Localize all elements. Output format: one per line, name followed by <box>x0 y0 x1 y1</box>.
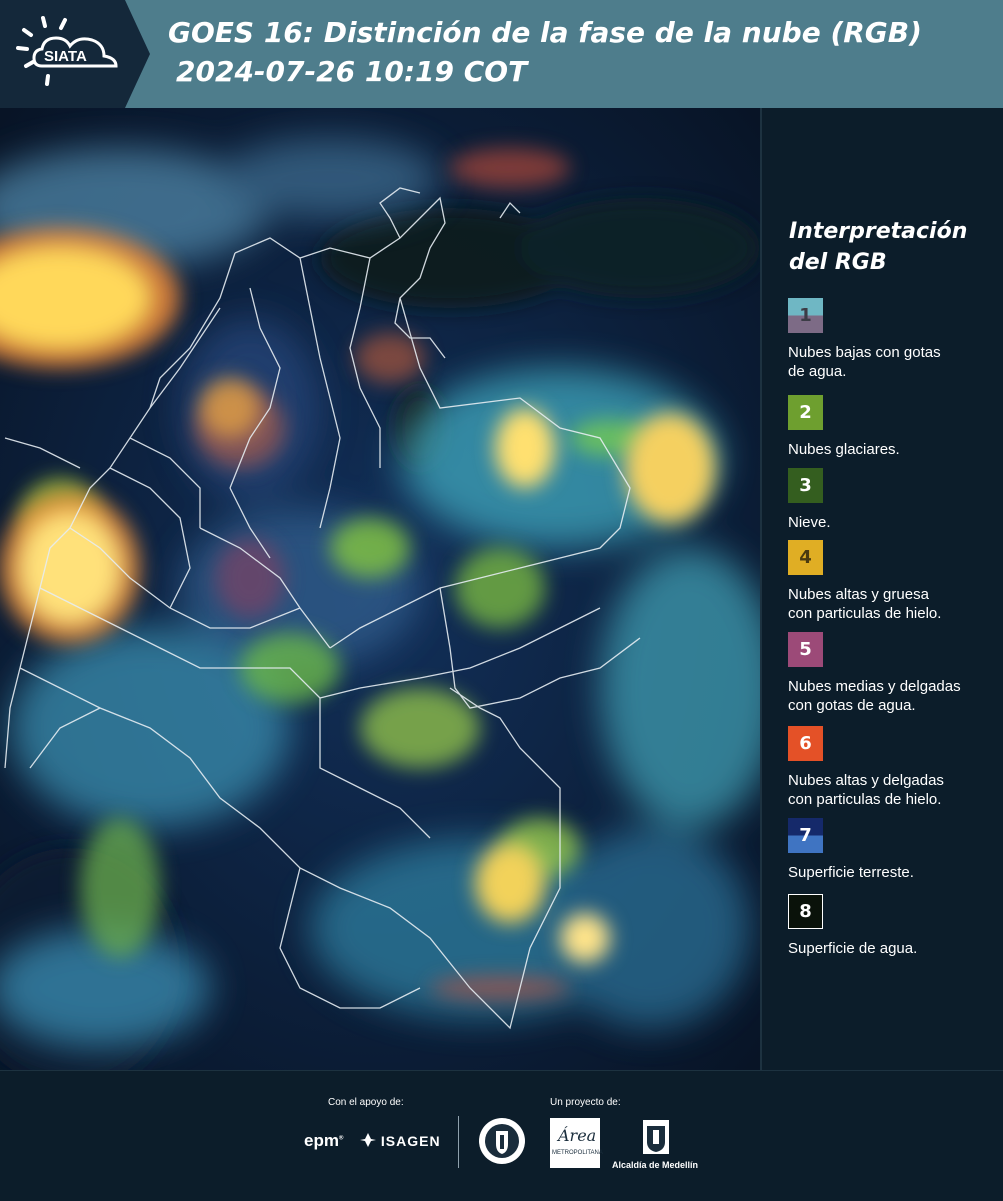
legend-swatch-2: 2 <box>788 395 823 430</box>
legend-label-6: Nubes altas y delgadas con particulas de … <box>788 772 944 808</box>
alcaldia-label: Alcaldía de Medellín <box>612 1160 699 1170</box>
legend-swatch-7: 7 <box>788 818 823 853</box>
legend-swatch-5: 5 <box>788 632 823 667</box>
legend-label-8: Superficie de agua. <box>788 940 918 957</box>
header-bar: SIATA GOES 16: Distinción de la fase de … <box>0 0 1003 108</box>
legend-item-1: 1 Nubes bajas con gotas de agua. <box>788 298 998 381</box>
medellin-shield-icon <box>643 1120 669 1154</box>
satellite-rgb-map <box>0 108 760 1070</box>
legend-item-6: 6 Nubes altas y delgadas con particulas d… <box>788 726 998 809</box>
legend-item-8: 8 Superficie de agua. <box>788 894 998 958</box>
legend-label-2: Nubes glaciares. <box>788 441 900 458</box>
isagen-logo: ISAGEN <box>360 1133 441 1149</box>
legend-item-7: 7 Superficie terreste. <box>788 818 998 882</box>
page-timestamp: 2024-07-26 10:19 COT <box>176 55 528 88</box>
legend-item-2: 2 Nubes glaciares. <box>788 395 998 459</box>
legend-label-1: Nubes bajas con gotas de agua. <box>788 344 941 380</box>
siata-logo: SIATA <box>0 0 150 108</box>
legend-item-5: 5 Nubes medias y delgadas con gotas de ag… <box>788 632 998 715</box>
legend-title: Interpretación del RGB <box>789 219 968 275</box>
legend-label-4: Nubes altas y gruesa con particulas de hi… <box>788 586 942 622</box>
university-seal-logo <box>479 1118 525 1164</box>
legend-label-5: Nubes medias y delgadas con gotas de agua… <box>788 678 961 714</box>
isagen-mark-icon <box>360 1133 376 1147</box>
legend-label-7: Superficie terreste. <box>788 864 914 881</box>
area-metropolitana-logo: Área METROPOLITANA <box>550 1118 603 1168</box>
map-legend-divider <box>760 108 762 1070</box>
legend-swatch-3: 3 <box>788 468 823 503</box>
footer-divider <box>458 1116 459 1168</box>
legend-swatch-8: 8 <box>788 894 823 929</box>
legend-item-3: 3 Nieve. <box>788 468 998 532</box>
legend-swatch-6: 6 <box>788 726 823 761</box>
epm-logo: epm® <box>304 1131 344 1150</box>
page-title: GOES 16: Distinción de la fase de la nub… <box>168 16 922 49</box>
legend-item-4: 4 Nubes altas y gruesa con particulas de … <box>788 540 998 623</box>
legend-swatch-4: 4 <box>788 540 823 575</box>
legend-swatch-1: 1 <box>788 298 823 333</box>
svg-text:SIATA: SIATA <box>44 48 87 65</box>
support-label: Con el apoyo de: <box>328 1097 404 1108</box>
project-label: Un proyecto de: <box>550 1097 621 1108</box>
legend-label-3: Nieve. <box>788 514 831 531</box>
